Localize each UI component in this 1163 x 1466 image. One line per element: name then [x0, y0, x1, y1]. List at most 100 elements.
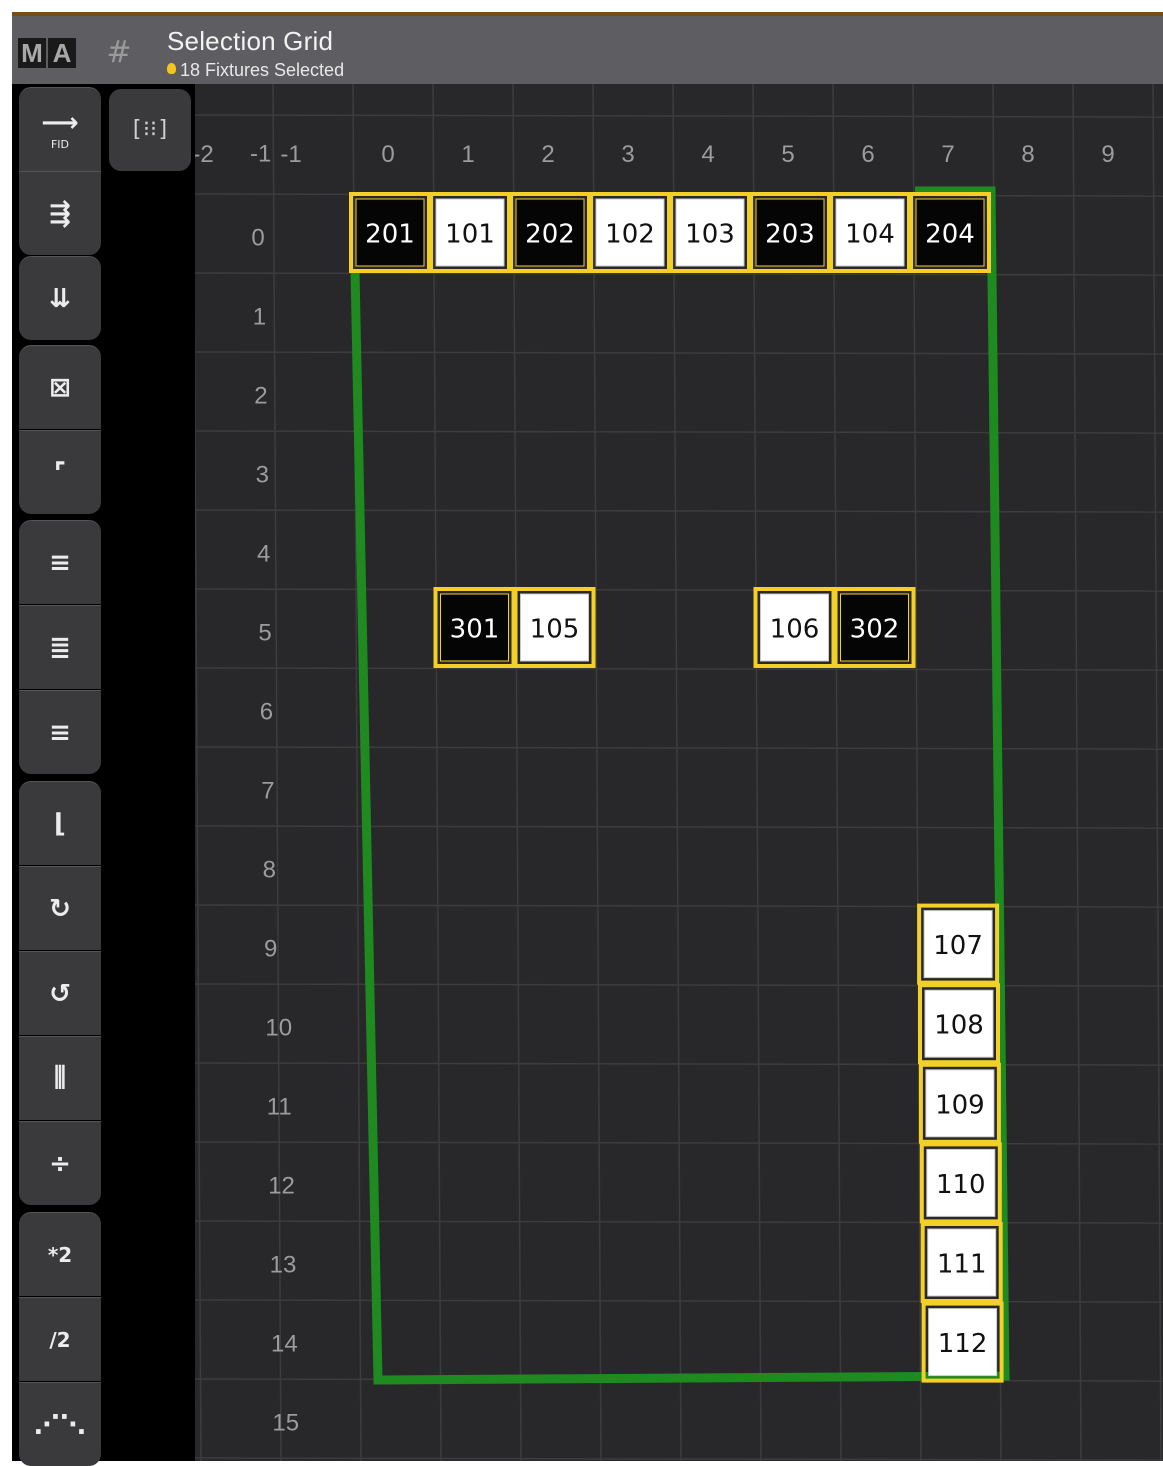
- mirror-y-button[interactable]: ÷: [19, 1121, 101, 1205]
- grid-icon[interactable]: #: [102, 36, 136, 70]
- grid-row-line: [195, 588, 1163, 592]
- fixture-id-label[interactable]: 111: [937, 1250, 987, 1280]
- selection-status: 18 Fixtures Selected: [167, 60, 344, 81]
- mirror-x-icon: ⫼: [54, 1063, 66, 1093]
- fixture-id-label[interactable]: 103: [685, 220, 735, 250]
- y-axis-label: 14: [271, 1331, 298, 1358]
- fixture-id-label[interactable]: 105: [530, 615, 580, 645]
- compress-button[interactable]: ⊠: [19, 345, 101, 429]
- align-left-icon: ≡: [49, 547, 71, 578]
- align-vertical-icon: ⇊: [49, 283, 71, 314]
- divide-button[interactable]: /2: [19, 1297, 101, 1381]
- fid-button[interactable]: ⟶ FID: [19, 87, 101, 171]
- flip-button[interactable]: ⌊: [19, 781, 101, 865]
- y-axis-label: 1: [253, 304, 266, 331]
- fixture-id-label[interactable]: 109: [935, 1090, 985, 1120]
- x-axis-label: 5: [781, 141, 794, 168]
- fixture-id-label[interactable]: 107: [933, 931, 983, 961]
- grid-column-line: [432, 84, 442, 1461]
- y-axis-label: 11: [267, 1094, 292, 1121]
- y-axis-label: 13: [270, 1252, 297, 1279]
- selection-count-label: 18 Fixtures Selected: [180, 60, 345, 80]
- grid-row-line: [195, 667, 1163, 671]
- multiply-icon: *2: [47, 1242, 73, 1267]
- fixture-id-label[interactable]: 108: [934, 1011, 984, 1041]
- fixture-id-label[interactable]: 102: [605, 220, 655, 250]
- align-center-icon: ≣: [49, 632, 71, 663]
- fixture-id-label[interactable]: 112: [938, 1329, 988, 1359]
- ma-logo[interactable]: M A: [18, 38, 76, 68]
- multiply-button[interactable]: *2: [19, 1212, 101, 1296]
- y-axis-label: 5: [258, 620, 271, 647]
- grid-row-line: [195, 1457, 1163, 1461]
- y-axis-label: 6: [260, 699, 273, 726]
- rotate-ccw-button[interactable]: ↺: [19, 951, 101, 1035]
- bulb-icon: [167, 63, 176, 74]
- compress-icon: ⊠: [49, 372, 71, 403]
- align-center-button[interactable]: ≣: [19, 605, 101, 689]
- grid-row-line: [195, 983, 1163, 987]
- align-left-button[interactable]: ≡: [19, 520, 101, 604]
- screen: M A # Selection Grid 18 Fixtures Selecte…: [0, 0, 1163, 1466]
- grid-row-line: [195, 114, 1163, 118]
- mirror-x-button[interactable]: ⫼: [19, 1036, 101, 1120]
- align-horizontal-icon: ⇶: [49, 198, 71, 229]
- y-axis-label: 2: [254, 383, 267, 410]
- grid-column-line: [592, 84, 602, 1461]
- x-axis-label: 0: [381, 141, 394, 168]
- grid-row-line: [195, 746, 1163, 750]
- fixture-id-label[interactable]: 203: [765, 220, 815, 250]
- align-horizontal-button[interactable]: ⇶: [19, 171, 101, 255]
- fixture-id-label[interactable]: 104: [845, 220, 895, 250]
- more-button[interactable]: ⋰⋱: [19, 1382, 101, 1466]
- x-axis-label: 4: [701, 141, 714, 168]
- grid-row-line: [195, 1062, 1163, 1066]
- origin-button[interactable]: ⌜: [19, 430, 101, 514]
- fixture-id-label[interactable]: 202: [525, 220, 575, 250]
- fixture-id-label[interactable]: 301: [450, 615, 500, 645]
- fixture-id-label[interactable]: 302: [850, 615, 900, 645]
- origin-icon: ⌜: [53, 457, 67, 488]
- grid-column-line: [752, 84, 762, 1461]
- align-right-button[interactable]: ≡: [19, 690, 101, 774]
- y-axis-label: 10: [265, 1015, 292, 1042]
- rotate-cw-icon: ↻: [49, 893, 71, 924]
- fixture-id-label[interactable]: 101: [445, 220, 495, 250]
- tool-bar: [⁝⁝] ⟶ FID ⇶ ⇊ ⊠ ⌜ ≡ ≣ ≡ ⌊ ↻ ↺ ⫼ ÷ *2/2 ⋰⋱: [12, 84, 195, 1466]
- grid-row-line: [195, 1220, 1163, 1224]
- fixture-id-label[interactable]: 201: [365, 220, 415, 250]
- y-axis-label: 4: [257, 541, 270, 568]
- y-axis-label: 15: [272, 1410, 299, 1437]
- x-axis-label: 2: [541, 141, 554, 168]
- align-vertical-button[interactable]: ⇊: [19, 256, 101, 340]
- grid-row-line: [195, 1141, 1163, 1145]
- grid-row-line: [195, 509, 1163, 513]
- grid-settings-icon: [⁝⁝]: [129, 117, 171, 142]
- fixture-id-label[interactable]: 106: [770, 615, 820, 645]
- fid-label: FID: [50, 138, 70, 151]
- grid-svg[interactable]: -2-10123456789-1012345678910111213141520…: [195, 84, 1163, 1461]
- divide-icon: /2: [49, 1327, 71, 1352]
- logo-letter-m: M: [18, 38, 46, 68]
- x-axis-label: -2: [195, 141, 214, 168]
- y-axis-label: 3: [256, 462, 269, 489]
- rotate-cw-button[interactable]: ↻: [19, 866, 101, 950]
- grid-row-line: [195, 430, 1163, 434]
- grid-column-line: [195, 299, 202, 1461]
- title-bar: M A # Selection Grid 18 Fixtures Selecte…: [12, 16, 1163, 84]
- window-title: Selection Grid: [167, 26, 334, 56]
- y-axis-label: 9: [264, 936, 277, 963]
- align-right-icon: ≡: [49, 717, 71, 748]
- x-axis-label: 3: [621, 141, 634, 168]
- fixture-id-label[interactable]: 110: [936, 1170, 986, 1200]
- selection-grid-canvas[interactable]: -2-10123456789-1012345678910111213141520…: [195, 84, 1163, 1461]
- rotate-ccw-icon: ↺: [49, 978, 71, 1009]
- y-axis-label: 7: [261, 778, 274, 805]
- grid-row-line: [195, 351, 1163, 355]
- x-axis-label: 8: [1021, 141, 1034, 168]
- x-axis-label: -1: [280, 141, 301, 168]
- logo-letter-a: A: [48, 38, 76, 68]
- grid-settings-button[interactable]: [⁝⁝]: [109, 89, 191, 171]
- fixture-id-label[interactable]: 204: [925, 220, 975, 250]
- x-axis-label: 9: [1101, 141, 1114, 168]
